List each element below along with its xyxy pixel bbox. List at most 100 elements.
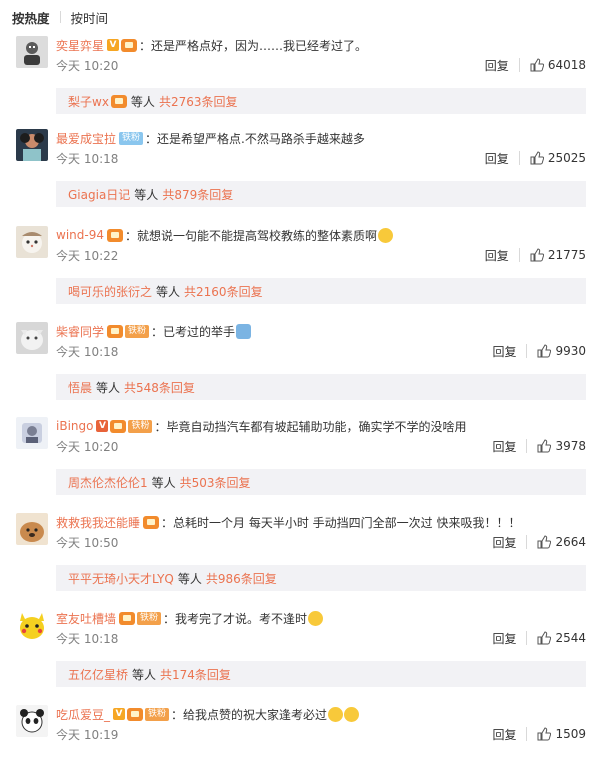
like-button[interactable]: 9930 — [537, 344, 586, 358]
sub-reply-username[interactable]: 平平无琦小天才LYQ — [68, 570, 174, 587]
sub-reply-username[interactable]: 梨子wx — [68, 93, 109, 110]
sub-reply-total-link[interactable]: 共879条回复 — [162, 186, 233, 203]
vip-crown-icon — [110, 94, 127, 108]
vip-crown-icon — [106, 228, 123, 242]
like-button[interactable]: 3978 — [537, 439, 586, 453]
sort-divider — [59, 11, 61, 23]
fan-badge: 铁粉 — [125, 324, 150, 338]
like-button[interactable]: 25025 — [530, 151, 586, 165]
comment-username[interactable]: 最爱成宝拉 — [56, 130, 116, 147]
avatar[interactable] — [16, 609, 48, 641]
avatar[interactable] — [16, 36, 48, 68]
reply-button[interactable]: 回复 — [492, 343, 526, 360]
sub-reply-total-link[interactable]: 共174条回复 — [160, 666, 231, 683]
avatar[interactable] — [16, 129, 48, 161]
sub-reply-total-link[interactable]: 共503条回复 — [180, 474, 251, 491]
comment-username[interactable]: wind-94 — [56, 228, 104, 242]
comment-text: ：已考过的举手 — [151, 324, 236, 339]
like-count: 64018 — [547, 58, 586, 72]
thumbs-up-icon — [537, 344, 552, 358]
comment-time: 今天 10:18 — [56, 344, 119, 359]
comment-username[interactable]: iBingo — [56, 419, 93, 433]
reply-button[interactable]: 回复 — [492, 438, 526, 455]
action-divider — [526, 439, 528, 453]
comment-username[interactable]: 救救我我还能睡 — [56, 514, 140, 531]
thumbs-up-icon — [537, 439, 552, 453]
like-count: 25025 — [547, 151, 586, 165]
sub-reply-summary[interactable]: 五亿亿星桥 等人 共174条回复 — [56, 661, 586, 687]
sub-reply-username[interactable]: 周杰伦杰伦伦1 — [68, 474, 148, 491]
avatar[interactable] — [16, 513, 48, 545]
sub-reply-summary[interactable]: 悟晨 等人 共548条回复 — [56, 374, 586, 400]
like-button[interactable]: 21775 — [530, 248, 586, 262]
comment-username[interactable]: 吃瓜爱豆_ — [56, 706, 110, 723]
action-divider — [526, 535, 528, 549]
action-divider — [526, 631, 528, 645]
comment-text: ：总耗时一个月 每天半小时 手动挡四门全部一次过 快来吸我！！！ — [161, 515, 521, 530]
action-divider — [526, 344, 528, 358]
comment-username[interactable]: 室友吐槽墙 — [56, 610, 116, 627]
sort-by-time-tab[interactable]: 按时间 — [71, 8, 109, 27]
action-divider — [518, 151, 520, 165]
reply-button[interactable]: 回复 — [492, 726, 526, 743]
sub-reply-etc: 等人 — [130, 94, 155, 109]
fan-badge: 铁粉 — [137, 611, 162, 625]
sub-reply-username[interactable]: Giagia日记 — [68, 186, 130, 203]
reply-button[interactable]: 回复 — [485, 247, 519, 264]
fan-badge: 铁粉 — [145, 707, 170, 721]
like-count: 1509 — [555, 727, 586, 741]
sub-reply-etc: 等人 — [134, 187, 159, 202]
action-divider — [518, 248, 520, 262]
vip-crown-icon — [107, 324, 124, 338]
comment-username[interactable]: 奕星弈星 — [56, 37, 104, 54]
sub-reply-summary[interactable]: 喝可乐的张衍之 等人 共2160条回复 — [56, 278, 586, 304]
sub-reply-summary[interactable]: 周杰伦杰伦伦1 等人 共503条回复 — [56, 469, 586, 495]
thumbs-up-icon — [530, 248, 544, 262]
reply-button[interactable]: 回复 — [485, 150, 519, 167]
thumbs-up-icon — [537, 727, 552, 741]
comment-text: ：给我点赞的祝大家逢考必过 — [171, 707, 328, 722]
sort-by-hot-tab[interactable]: 按热度 — [12, 8, 50, 27]
like-button[interactable]: 64018 — [530, 58, 586, 72]
comment-text: ：还是希望严格点.不然马路杀手越来越多 — [145, 131, 365, 146]
sub-reply-etc: 等人 — [132, 667, 157, 682]
sub-reply-total-link[interactable]: 共548条回复 — [124, 379, 195, 396]
like-button[interactable]: 2544 — [537, 631, 586, 645]
sub-reply-username[interactable]: 悟晨 — [68, 379, 92, 396]
sub-reply-username[interactable]: 五亿亿星桥 — [68, 666, 128, 683]
sub-reply-summary[interactable]: Giagia日记 等人 共879条回复 — [56, 181, 586, 207]
reply-button[interactable]: 回复 — [492, 534, 526, 551]
sub-reply-total-link[interactable]: 共986条回复 — [206, 570, 277, 587]
avatar[interactable] — [16, 417, 48, 449]
verified-v-icon: V — [96, 420, 109, 432]
action-divider — [526, 727, 528, 741]
reply-button[interactable]: 回复 — [485, 57, 519, 74]
laugh-emoji-icon — [308, 610, 324, 626]
avatar[interactable] — [16, 705, 48, 737]
thumbs-up-icon — [537, 535, 552, 549]
sub-reply-summary[interactable]: 平平无琦小天才LYQ 等人 共986条回复 — [56, 565, 586, 591]
sort-bar: 按热度 按时间 — [0, 0, 600, 34]
crying-emoji-icon — [378, 227, 393, 243]
avatar[interactable] — [16, 226, 48, 258]
like-count: 9930 — [555, 344, 586, 358]
action-divider — [518, 58, 520, 72]
like-count: 2664 — [555, 535, 586, 549]
sub-reply-summary[interactable]: 梨子wx 等人 共2763条回复 — [56, 88, 586, 114]
avatar[interactable] — [16, 322, 48, 354]
comment-text: ：我考完了才说。考不逢时 — [163, 611, 308, 626]
comment-time: 今天 10:20 — [56, 439, 119, 454]
comment-time: 今天 10:18 — [56, 631, 119, 646]
sub-reply-total-link[interactable]: 共2763条回复 — [159, 93, 238, 110]
comment-username[interactable]: 柴睿同学 — [56, 323, 104, 340]
comment-text: ：毕竟自动挡汽车都有坡起辅助功能，确实学不学的没啥用 — [154, 419, 467, 434]
sub-reply-username[interactable]: 喝可乐的张衍之 — [68, 283, 152, 300]
fan-badge: 铁粉 — [119, 131, 144, 145]
reply-button[interactable]: 回复 — [492, 630, 526, 647]
verified-v-icon: V — [107, 39, 120, 51]
vip-crown-icon — [127, 707, 144, 721]
sub-reply-total-link[interactable]: 共2160条回复 — [184, 283, 263, 300]
sub-reply-etc: 等人 — [177, 571, 202, 586]
like-button[interactable]: 2664 — [537, 535, 586, 549]
like-button[interactable]: 1509 — [537, 727, 586, 741]
